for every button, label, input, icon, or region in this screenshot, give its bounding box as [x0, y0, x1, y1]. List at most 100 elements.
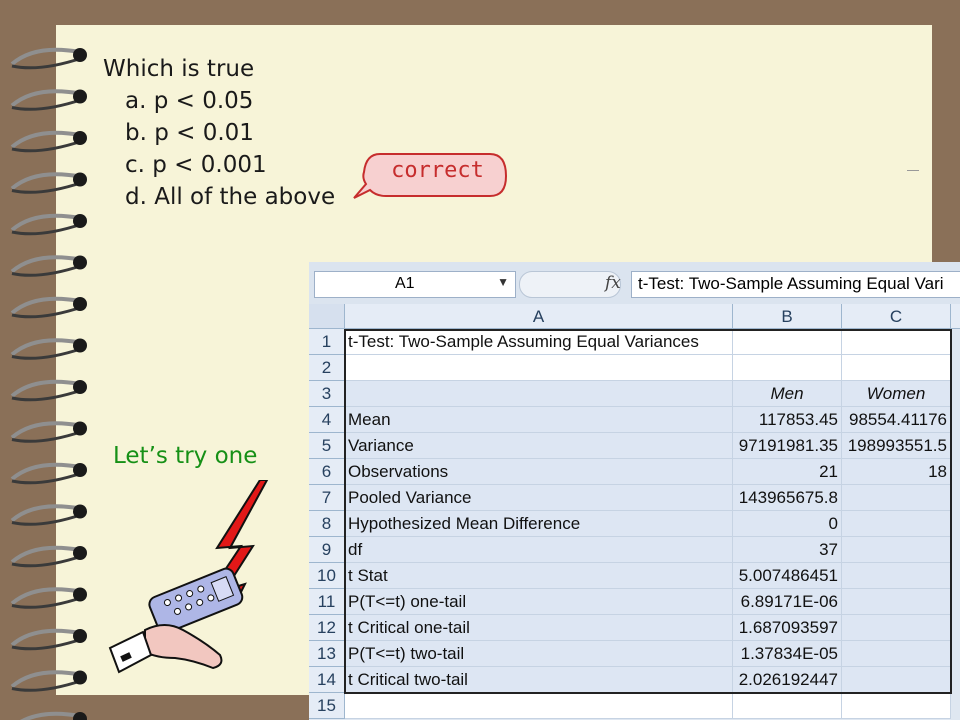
divider-dash — [907, 170, 919, 171]
row-header-7[interactable]: 7 — [309, 485, 345, 511]
spiral-ring-shadow — [11, 388, 83, 402]
cell-b8[interactable]: 0 — [733, 511, 842, 537]
cell-c2[interactable] — [842, 355, 951, 381]
cell-a12[interactable]: t Critical one-tail — [345, 615, 733, 641]
cell-a7[interactable]: Pooled Variance — [345, 485, 733, 511]
cell-a8[interactable]: Hypothesized Mean Difference — [345, 511, 733, 537]
row-header-11[interactable]: 11 — [309, 589, 345, 615]
chevron-down-icon[interactable]: ▼ — [497, 275, 509, 289]
column-header-d[interactable] — [951, 304, 960, 329]
cell-b13[interactable]: 1.37834E-05 — [733, 641, 842, 667]
row-header-4[interactable]: 4 — [309, 407, 345, 433]
row-header-14[interactable]: 14 — [309, 667, 345, 693]
cell-a6[interactable]: Observations — [345, 459, 733, 485]
cell-c14[interactable] — [842, 667, 951, 693]
spiral-hole — [73, 629, 87, 643]
cell-c12[interactable] — [842, 615, 951, 641]
cell-a4[interactable]: Mean — [345, 407, 733, 433]
row-header-15[interactable]: 15 — [309, 693, 345, 719]
cell-c3[interactable]: Women — [842, 381, 951, 407]
cell-c10[interactable] — [842, 563, 951, 589]
correct-label: correct — [391, 158, 484, 183]
spiral-hole — [73, 297, 87, 311]
cell-b14[interactable]: 2.026192447 — [733, 667, 842, 693]
cell-b3[interactable]: Men — [733, 381, 842, 407]
row-header-8[interactable]: 8 — [309, 511, 345, 537]
name-box[interactable]: A1 ▼ — [314, 271, 516, 298]
spiral-hole — [73, 214, 87, 228]
cell-b6[interactable]: 21 — [733, 459, 842, 485]
cell-b2[interactable] — [733, 355, 842, 381]
cell-c11[interactable] — [842, 589, 951, 615]
row-header-12[interactable]: 12 — [309, 615, 345, 641]
spiral-hole — [73, 546, 87, 560]
question-title: Which is true — [103, 56, 255, 82]
row-header-10[interactable]: 10 — [309, 563, 345, 589]
spiral-ring-shadow — [11, 56, 83, 70]
cell-b7[interactable]: 143965675.8 — [733, 485, 842, 511]
cell-c15[interactable] — [842, 693, 951, 719]
row-header-1[interactable]: 1 — [309, 329, 345, 355]
spiral-hole — [73, 131, 87, 145]
cell-c9[interactable] — [842, 537, 951, 563]
cell-c1[interactable] — [842, 329, 951, 355]
spiral-ring-shadow — [11, 181, 83, 194]
cell-b12[interactable]: 1.687093597 — [733, 615, 842, 641]
row-header-3[interactable]: 3 — [309, 381, 345, 407]
spiral-ring-shadow — [11, 305, 83, 319]
cell-b15[interactable] — [733, 693, 842, 719]
cell-a5[interactable]: Variance — [345, 433, 733, 459]
cell-a11[interactable]: P(T<=t) one-tail — [345, 589, 733, 615]
spiral-hole — [73, 48, 87, 62]
cell-b4[interactable]: 117853.45 — [733, 407, 842, 433]
spiral-hole — [73, 670, 87, 685]
row-header-6[interactable]: 6 — [309, 459, 345, 485]
column-header-c[interactable]: C — [842, 304, 951, 329]
cell-c6[interactable]: 18 — [842, 459, 951, 485]
cell-a9[interactable]: df — [345, 537, 733, 563]
cell-a15[interactable] — [345, 693, 733, 719]
row-header-2[interactable]: 2 — [309, 355, 345, 381]
spiral-hole — [73, 504, 87, 519]
cell-a2[interactable] — [345, 355, 733, 381]
spreadsheet-window: A1 ▼ fx t-Test: Two-Sample Assuming Equa… — [309, 262, 960, 720]
spiral-hole — [73, 338, 87, 353]
cell-a1[interactable]: t-Test: Two-Sample Assuming Equal Varian… — [345, 329, 733, 355]
spiral-ring-shadow — [11, 679, 83, 692]
spiral-hole — [73, 172, 87, 187]
spiral-hole — [73, 255, 87, 270]
cell-a14[interactable]: t Critical two-tail — [345, 667, 733, 693]
lets-try-one-label: Let’s try one — [113, 443, 258, 469]
formula-bar: A1 ▼ fx t-Test: Two-Sample Assuming Equa… — [309, 262, 960, 304]
cell-b1[interactable] — [733, 329, 842, 355]
cell-c4[interactable]: 98554.41176 — [842, 407, 951, 433]
cell-c13[interactable] — [842, 641, 951, 667]
cell-b10[interactable]: 5.007486451 — [733, 563, 842, 589]
cell-b9[interactable]: 37 — [733, 537, 842, 563]
column-header-b[interactable]: B — [733, 304, 842, 329]
row-header-5[interactable]: 5 — [309, 433, 345, 459]
spiral-ring — [20, 711, 81, 720]
cell-c5[interactable]: 198993551.5 — [842, 433, 951, 459]
cell-a3[interactable] — [345, 381, 733, 407]
cell-b11[interactable]: 6.89171E-06 — [733, 589, 842, 615]
spiral-ring-shadow — [11, 347, 83, 360]
spiral-hole — [73, 380, 87, 394]
option-d: d. All of the above — [125, 184, 336, 210]
function-icon[interactable]: fx — [605, 273, 621, 293]
row-header-13[interactable]: 13 — [309, 641, 345, 667]
cell-b5[interactable]: 97191981.35 — [733, 433, 842, 459]
select-all-corner[interactable] — [309, 304, 345, 329]
spiral-ring-shadow — [11, 139, 83, 153]
formula-text: t-Test: Two-Sample Assuming Equal Vari — [638, 274, 944, 293]
cell-a13[interactable]: P(T<=t) two-tail — [345, 641, 733, 667]
cell-c7[interactable] — [842, 485, 951, 511]
name-box-value: A1 — [395, 275, 415, 292]
cell-c8[interactable] — [842, 511, 951, 537]
spiral-ring-shadow — [11, 430, 83, 443]
spiral-hole — [73, 89, 87, 104]
column-header-a[interactable]: A — [345, 304, 733, 329]
row-header-9[interactable]: 9 — [309, 537, 345, 563]
cell-a10[interactable]: t Stat — [345, 563, 733, 589]
formula-input[interactable]: t-Test: Two-Sample Assuming Equal Vari — [631, 271, 960, 298]
